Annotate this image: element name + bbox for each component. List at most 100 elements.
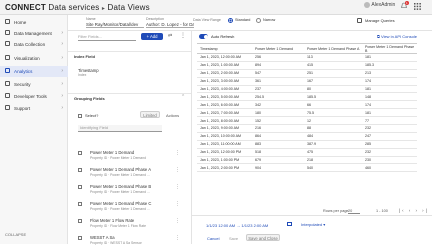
collect-icon <box>5 41 10 46</box>
cancel-button[interactable]: Cancel <box>207 236 219 241</box>
table-row[interactable]: Jan 1, 2023, 1:00:00 PM 679 218 230 <box>197 156 417 165</box>
table-row[interactable]: Jan 1, 2023, 1:00:00 AM 894 415 185.3 <box>197 61 417 70</box>
apps-grid-icon[interactable] <box>414 3 421 12</box>
table-cell: 174 <box>362 77 417 86</box>
drag-handle-icon[interactable]: ⋮ <box>175 201 180 207</box>
rows-per-page-select[interactable]: 20 <box>348 209 360 214</box>
auto-refresh-toggle[interactable] <box>199 34 208 39</box>
radio-narrow-label: Narrow <box>263 18 276 22</box>
table-cell: 361 <box>252 77 304 86</box>
table-cell: 864 <box>252 132 304 141</box>
field-list-item[interactable]: Power Meter 1 Demand Property ID · Power … <box>78 147 188 163</box>
sidebar-item-home[interactable]: Home <box>0 17 68 28</box>
field-checkbox[interactable] <box>78 168 82 172</box>
field-list-item[interactable]: Power Meter 1 Demand Phase B Property ID … <box>78 181 188 197</box>
table-row[interactable]: Jan 1, 2023, 12:00:00 PM 518 475 232 <box>197 148 417 157</box>
chart-icon <box>5 55 10 60</box>
column-header[interactable]: Timestamp <box>197 43 252 54</box>
field-checkbox[interactable] <box>78 185 82 189</box>
table-cell: 213 <box>362 69 417 78</box>
save-and-close-button[interactable]: Save and Close <box>246 234 280 241</box>
table-cell: Jan 1, 2023, 11:00:00 AM <box>197 140 252 149</box>
bell-icon[interactable]: 1 <box>400 1 409 10</box>
user-menu[interactable]: AlexAdmin <box>364 2 395 8</box>
page-range: 1 - 100 <box>376 209 388 213</box>
actions-menu[interactable]: Actions <box>166 113 179 118</box>
group-checkbox[interactable] <box>78 114 82 118</box>
sidebar-item-support[interactable]: Support › <box>0 103 68 114</box>
table-cell: Jan 1, 2023, 2:00:00 PM <box>197 163 252 173</box>
table-row[interactable]: Jan 1, 2023, 7:00:00 AM 180 75.5 181 <box>197 108 417 118</box>
chevron-up-icon[interactable]: ⌃ <box>181 94 185 100</box>
radio-standard[interactable] <box>228 18 233 23</box>
table-cell: Jan 1, 2023, 1:00:00 PM <box>197 156 252 165</box>
pagination-arrows[interactable]: |‹ ‹ › ›| <box>399 208 429 213</box>
column-header[interactable]: Power Meter 1 Demand Phase A <box>304 43 362 54</box>
column-header[interactable]: Power Meter 1 Demand <box>252 43 304 54</box>
filter-fields-input[interactable]: Filter Fields... <box>78 34 136 41</box>
radio-narrow[interactable] <box>256 18 261 23</box>
field-checkbox[interactable] <box>78 151 82 155</box>
field-property: Property ID · Power Meter 1 Demand ... <box>90 190 150 194</box>
more-icon[interactable]: ⋮ <box>180 32 186 39</box>
chevron-right-icon: › <box>61 93 63 99</box>
column-header[interactable]: Power Meter 1 Demand Phase B <box>362 43 417 54</box>
table-row[interactable]: Jan 1, 2023, 9:00:00 AM 216 88 232 <box>197 124 417 133</box>
field-list-item[interactable]: Flow Meter 1 Flow Rate Property ID · Flow… <box>78 215 188 231</box>
sidebar-item-analytics[interactable]: Analytics › <box>0 66 68 77</box>
table-cell: 66 <box>304 100 362 110</box>
time-range-link[interactable]: 1/1/23 12:00 AM → 1/1/23 2:00 AM <box>206 223 268 228</box>
table-row[interactable]: Jan 1, 2023, 8:00:00 AM 152 12 77 <box>197 116 417 126</box>
table-row[interactable]: Jan 1, 2023, 2:00:00 PM 904 540 460 <box>197 163 417 173</box>
table-cell: 247 <box>362 132 417 141</box>
drag-handle-icon[interactable]: ⋮ <box>175 167 180 173</box>
field-list-item[interactable]: WESST A Sa Property ID · WESST A Sa Senso… <box>78 232 188 248</box>
add-button[interactable]: + Add <box>141 33 163 40</box>
view-in-api-console-link[interactable]: ⧉ View in API Console <box>377 34 417 39</box>
drag-handle-icon[interactable]: ⋮ <box>175 184 180 190</box>
table-row[interactable]: Jan 1, 2023, 4:00:00 AM 237 80 181 <box>197 85 417 94</box>
table-row[interactable]: Jan 1, 2023, 3:00:00 AM 361 167 174 <box>197 77 417 86</box>
collapse-button[interactable]: COLLAPSE <box>5 232 26 237</box>
table-cell: 80 <box>304 85 362 94</box>
field-property: Property ID · Power Meter 1 Demand ... <box>90 207 150 211</box>
table-cell: Jan 1, 2023, 9:00:00 AM <box>197 124 252 133</box>
field-list-item[interactable]: Power Meter 1 Demand Phase A Property ID … <box>78 164 188 180</box>
field-panel: Filter Fields... + Add ⇄ ⋮ Index Field T… <box>68 31 192 245</box>
field-name: WESST A Sa <box>90 235 115 240</box>
drag-handle-icon[interactable]: ⋮ <box>175 235 180 241</box>
grouping-section-title: Grouping Fields <box>68 93 191 102</box>
sidebar-item-data-collection[interactable]: Data Collection › <box>0 39 68 50</box>
table-row[interactable]: Jan 1, 2023, 11:00:00 AM 883 387.9 285 <box>197 140 417 149</box>
field-property: Property ID · Power Meter 1 Demand <box>90 156 146 160</box>
field-checkbox[interactable] <box>78 236 82 240</box>
analytics-icon <box>5 68 10 73</box>
auto-refresh-label: Auto Refresh <box>211 34 235 39</box>
sidebar-item-security[interactable]: Security › <box>0 79 68 90</box>
manage-queries-button[interactable]: Manage Queries <box>365 18 395 23</box>
field-checkbox[interactable] <box>78 219 82 223</box>
interpolation-select[interactable]: Interpolated ▾ <box>301 222 325 227</box>
sidebar-item-data-management[interactable]: Data Management › <box>0 28 68 39</box>
table-row[interactable]: Jan 1, 2023, 2:00:00 AM 547 251 213 <box>197 69 417 78</box>
field-checkbox[interactable] <box>78 202 82 206</box>
help-icon <box>5 105 10 110</box>
table-row[interactable]: Jan 1, 2023, 12:00:00 AM 256 113 181 <box>197 53 417 62</box>
field-list-item[interactable]: Power Meter 1 Demand Phase C Property ID … <box>78 198 188 214</box>
calendar-icon[interactable] <box>287 222 292 226</box>
field-property: Property ID · Power Meter 1 Demand ... <box>90 173 150 177</box>
save-button[interactable]: Save <box>229 236 238 241</box>
drag-handle-icon[interactable]: ⋮ <box>175 218 180 224</box>
table-row[interactable]: Jan 1, 2023, 6:00:00 AM 342 66 174 <box>197 100 417 110</box>
identifying-field-input[interactable]: Identifying Field <box>78 125 162 132</box>
sidebar-item-visualization[interactable]: Visualization › <box>0 53 68 64</box>
name-field[interactable]: Site Ray/Monitor/Datal/dev <box>86 22 144 28</box>
drag-handle-icon[interactable]: ⋮ <box>175 150 180 156</box>
table-row[interactable]: Jan 1, 2023, 5:00:00 AM 254.5 185.5 148 <box>197 92 417 102</box>
arrows-icon[interactable]: ⇄ <box>168 33 172 39</box>
limited-button[interactable]: Limited <box>140 111 160 118</box>
description-field[interactable]: Author: D. Lopez - for Data... <box>146 22 194 28</box>
notification-badge: 1 <box>405 1 409 5</box>
sidebar-item-developer-tools[interactable]: Developer Tools › <box>0 91 68 102</box>
table-row[interactable]: Jan 1, 2023, 10:00:00 AM 864 484 247 <box>197 132 417 141</box>
